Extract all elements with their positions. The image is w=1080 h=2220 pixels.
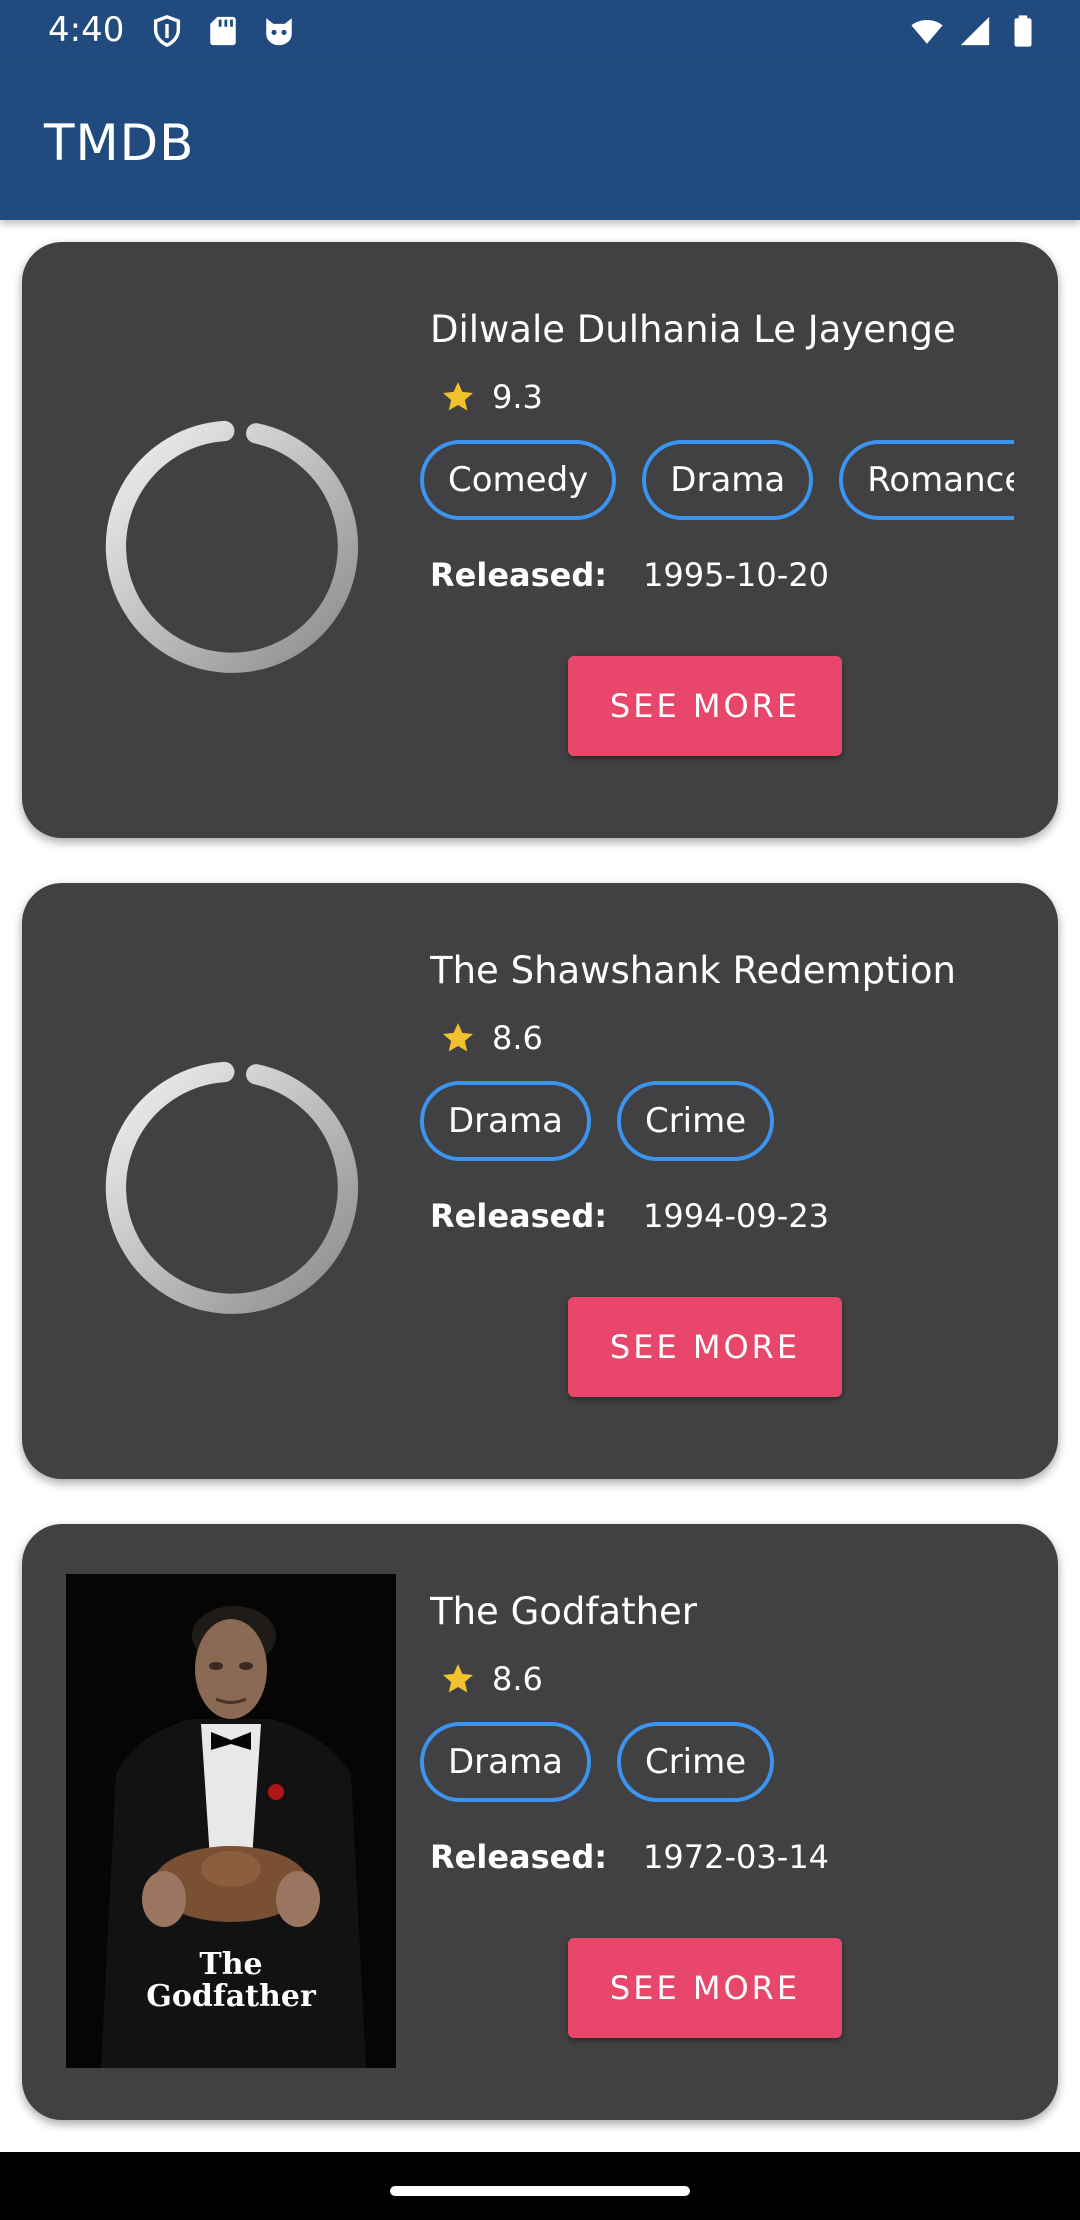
released-date: 1994-09-23 <box>643 1197 830 1235</box>
see-more-button[interactable]: SEE MORE <box>568 1297 842 1397</box>
movie-title: Dilwale Dulhania Le Jayenge <box>430 308 956 351</box>
genre-chip[interactable]: Crime <box>616 1081 775 1161</box>
genre-chips[interactable]: Drama Crime <box>420 1081 1014 1171</box>
svg-text:The: The <box>199 1947 262 1982</box>
shield-icon <box>153 15 181 48</box>
star-icon <box>443 382 473 411</box>
rating: 9.3 <box>440 378 543 416</box>
genre-chips[interactable]: Comedy Drama Romance <box>420 440 1014 530</box>
status-icons-left <box>150 14 296 48</box>
genre-chip[interactable]: Drama <box>642 440 814 520</box>
poster-area: The Godfather <box>66 1574 396 2068</box>
loading-spinner-icon <box>105 1061 359 1314</box>
rating-value: 8.6 <box>492 1660 543 1698</box>
release-info: Released: 1995-10-20 <box>430 556 829 594</box>
movie-card[interactable]: The Godfather The Godfather 8.6 Drama Cr… <box>22 1524 1058 2120</box>
status-time: 4:40 <box>48 10 125 50</box>
genre-chip[interactable]: Comedy <box>420 440 617 520</box>
movie-list[interactable]: Dilwale Dulhania Le Jayenge 9.3 Comedy D… <box>0 220 1080 2152</box>
movie-title: The Godfather <box>430 1590 698 1633</box>
signal-icon <box>960 16 990 46</box>
loading-spinner-icon <box>105 420 359 673</box>
released-date: 1972-03-14 <box>643 1838 830 1876</box>
rating-value: 9.3 <box>492 378 543 416</box>
genre-chip[interactable]: Drama <box>420 1081 591 1161</box>
godfather-poster: The Godfather <box>66 1574 396 2068</box>
status-bar: 4:40 <box>0 0 1080 64</box>
app-title: TMDB <box>44 114 195 172</box>
poster-area <box>66 933 396 1427</box>
movie-card[interactable]: The Shawshank Redemption 8.6 Drama Crime… <box>22 883 1058 1479</box>
status-icons-right <box>910 14 1040 48</box>
released-label: Released: <box>430 556 608 594</box>
poster-area <box>66 292 396 786</box>
see-more-button[interactable]: SEE MORE <box>568 656 842 756</box>
app-bar: TMDB <box>0 64 1080 220</box>
sd-card-icon <box>210 16 236 46</box>
released-date: 1995-10-20 <box>643 556 830 594</box>
genre-chip[interactable]: Drama <box>420 1722 591 1802</box>
released-label: Released: <box>430 1838 608 1876</box>
star-icon <box>443 1664 473 1693</box>
genre-chip[interactable]: Romance <box>839 440 1014 520</box>
rating-value: 8.6 <box>492 1019 543 1057</box>
genre-chips[interactable]: Drama Crime <box>420 1722 1014 1812</box>
rating: 8.6 <box>440 1019 543 1057</box>
battery-icon <box>1014 15 1032 47</box>
star-icon <box>443 1023 473 1052</box>
genre-chip[interactable]: Crime <box>616 1722 775 1802</box>
poster-logo-text: Godfather <box>146 1979 317 2014</box>
wifi-icon <box>911 20 943 44</box>
navigation-bar <box>0 2152 1080 2220</box>
release-info: Released: 1972-03-14 <box>430 1838 829 1876</box>
see-more-button[interactable]: SEE MORE <box>568 1938 842 2038</box>
movie-title: The Shawshank Redemption <box>430 949 956 992</box>
cat-face-icon <box>266 18 292 46</box>
rating: 8.6 <box>440 1660 543 1698</box>
movie-card[interactable]: Dilwale Dulhania Le Jayenge 9.3 Comedy D… <box>22 242 1058 838</box>
release-info: Released: 1994-09-23 <box>430 1197 829 1235</box>
home-gesture-handle[interactable] <box>390 2186 690 2196</box>
released-label: Released: <box>430 1197 608 1235</box>
